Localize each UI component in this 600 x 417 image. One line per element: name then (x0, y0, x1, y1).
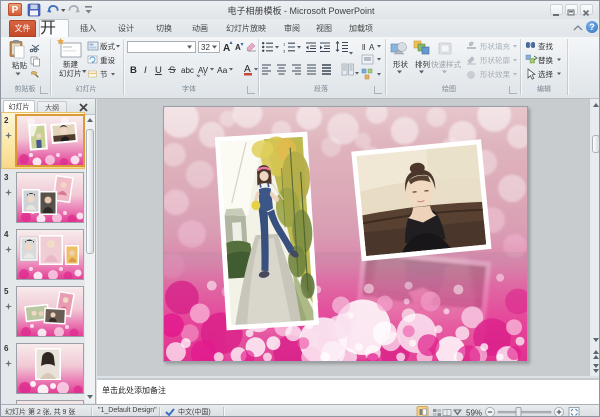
svg-text:A: A (235, 43, 241, 52)
svg-text:Aa: Aa (217, 65, 228, 75)
svg-text:32: 32 (201, 43, 210, 52)
svg-text:3: 3 (283, 48, 286, 53)
svg-text:节: 节 (100, 70, 108, 79)
svg-text:粘贴: 粘贴 (12, 60, 27, 70)
svg-text:AV: AV (198, 66, 209, 75)
svg-text:S: S (169, 65, 175, 76)
svg-text:U: U (155, 65, 162, 76)
svg-text:A: A (223, 43, 230, 54)
svg-text:1: 1 (283, 41, 286, 46)
svg-text:59%: 59% (466, 409, 482, 417)
svg-text:I: I (144, 65, 147, 76)
svg-text:排列: 排列 (415, 59, 430, 69)
svg-text:选择: 选择 (538, 69, 553, 79)
svg-text:A: A (369, 43, 375, 52)
svg-text:新建: 新建 (63, 59, 78, 69)
svg-text:形状轮廓: 形状轮廓 (480, 55, 510, 65)
svg-text:abc: abc (181, 66, 194, 75)
svg-text:版式: 版式 (100, 41, 115, 51)
svg-text:B: B (130, 65, 137, 76)
svg-text:形状效果: 形状效果 (480, 69, 510, 79)
svg-text:替换: 替换 (538, 55, 553, 65)
svg-text:快速样式: 快速样式 (431, 59, 461, 69)
svg-text:ll: ll (362, 43, 366, 52)
svg-text:幻灯片: 幻灯片 (59, 68, 82, 78)
svg-text:查找: 查找 (538, 41, 553, 51)
svg-text:重设: 重设 (100, 55, 115, 65)
svg-text:形状填充: 形状填充 (480, 41, 510, 51)
svg-text:形状: 形状 (393, 59, 408, 69)
